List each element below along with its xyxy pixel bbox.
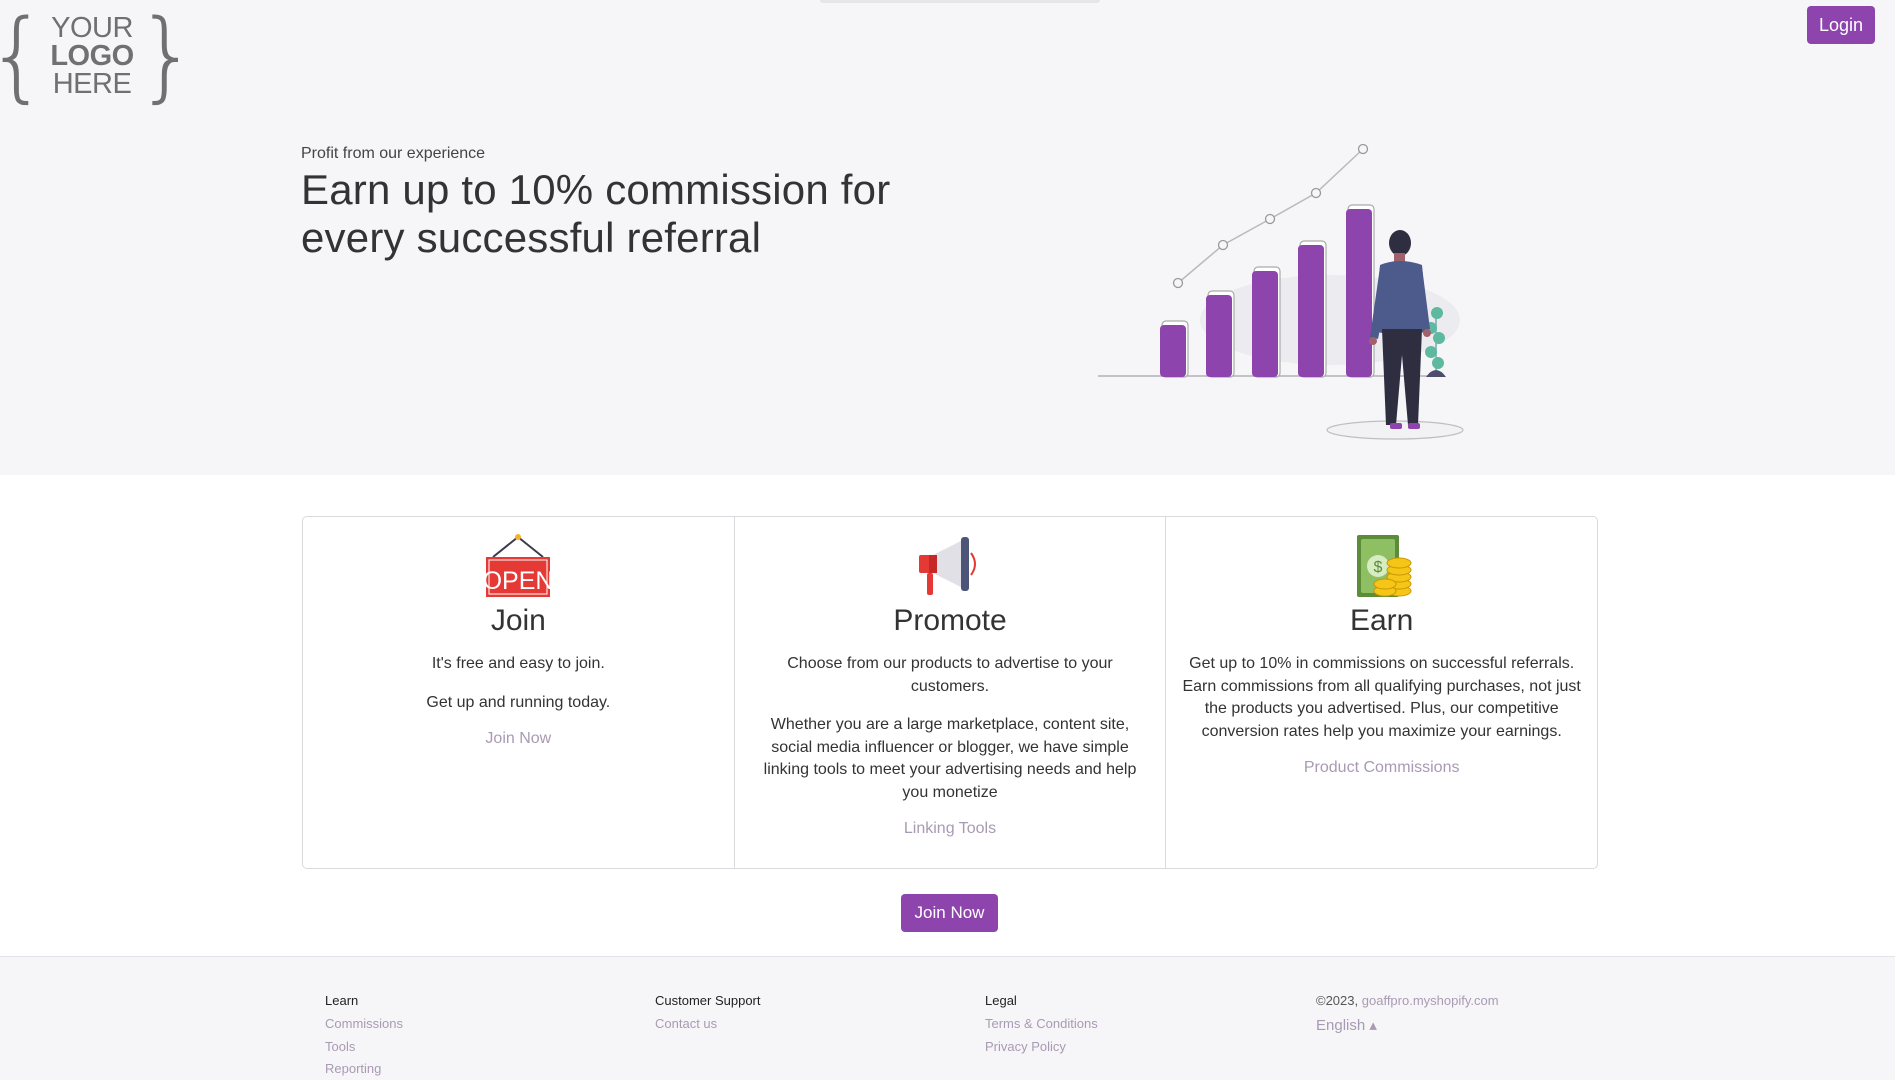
language-selector[interactable]: English ▴ [1316,1016,1499,1034]
site-footer: Learn Commissions Tools Reporting Custom… [0,956,1895,1080]
card-text: Get up to 10% in commissions on successf… [1182,655,1581,740]
copyright-prefix: ©2023, [1316,993,1359,1008]
illus-person [1369,230,1431,429]
footer-legal-title: Legal [985,993,1017,1008]
join-now-button[interactable]: Join Now [901,894,998,932]
footer-link-commissions[interactable]: Commissions [325,1013,403,1036]
footer-learn-title: Learn [325,993,359,1008]
footer-site-link[interactable]: goaffpro.myshopify.com [1362,993,1499,1008]
card-text: It's free and easy to join. [431,655,605,672]
hero-eyebrow: Profit from our experience [301,145,486,162]
svg-text:$: $ [1373,559,1382,576]
footer-support-title: Customer Support [655,993,761,1008]
site-logo[interactable]: { YOUR LOGO HERE } [0,7,198,105]
login-button[interactable]: Login [1807,6,1875,44]
footer-legal-column: Legal Terms & Conditions Privacy Policy [985,993,1098,1058]
money-coins-icon: $ [1356,535,1412,597]
footer-support-column: Customer Support Contact us [655,993,761,1036]
illus-trend-points [1172,143,1369,289]
card-join: OPEN Join It's free and easy to join. Ge… [303,517,734,868]
join-now-link[interactable]: Join Now [485,730,551,748]
footer-link-tools[interactable]: Tools [325,1036,403,1059]
footer-copyright: ©2023, goaffpro.myshopify.com [1316,993,1499,1008]
logo-left-brace: { [0,7,48,105]
card-text: Get up and running today. [426,693,611,711]
card-promote: Promote Choose from our products to adve… [733,517,1166,868]
hero-headline: Earn up to 10% commission for every succ… [301,166,891,261]
footer-link-privacy[interactable]: Privacy Policy [985,1036,1098,1059]
footer-link-reporting[interactable]: Reporting [325,1058,403,1080]
logo-line-1: YOUR [51,12,133,44]
open-sign-text: OPEN [483,567,553,595]
open-sign-icon: OPEN [483,534,553,597]
product-commissions-link[interactable]: Product Commissions [1304,759,1460,777]
card-text: Choose from our products to advertise to… [787,655,1113,695]
logo-line-3: HERE [52,68,132,100]
footer-link-terms[interactable]: Terms & Conditions [985,1013,1098,1036]
footer-link-contact[interactable]: Contact us [655,1013,761,1036]
logo-text: YOUR LOGO HERE [50,12,134,100]
feature-cards: OPEN Join It's free and easy to join. Ge… [302,516,1598,869]
top-notch-decoration [820,0,1100,3]
card-text: Whether you are a large marketplace, con… [763,716,1137,801]
footer-learn-column: Learn Commissions Tools Reporting [325,993,403,1080]
growth-chart-person-illustration [1098,143,1464,440]
footer-meta-column: ©2023, goaffpro.myshopify.com English ▴ [1316,993,1499,1034]
card-earn: $ Earn Get up to 10% in commissions on s… [1165,517,1597,868]
card-title: Promote [893,604,1007,637]
logo-right-brace: } [135,0,199,113]
card-title: Earn [1349,604,1414,637]
linking-tools-link[interactable]: Linking Tools [904,820,996,838]
card-title: Join [490,604,546,637]
logo-line-2: LOGO [50,40,134,72]
megaphone-icon [919,537,976,595]
